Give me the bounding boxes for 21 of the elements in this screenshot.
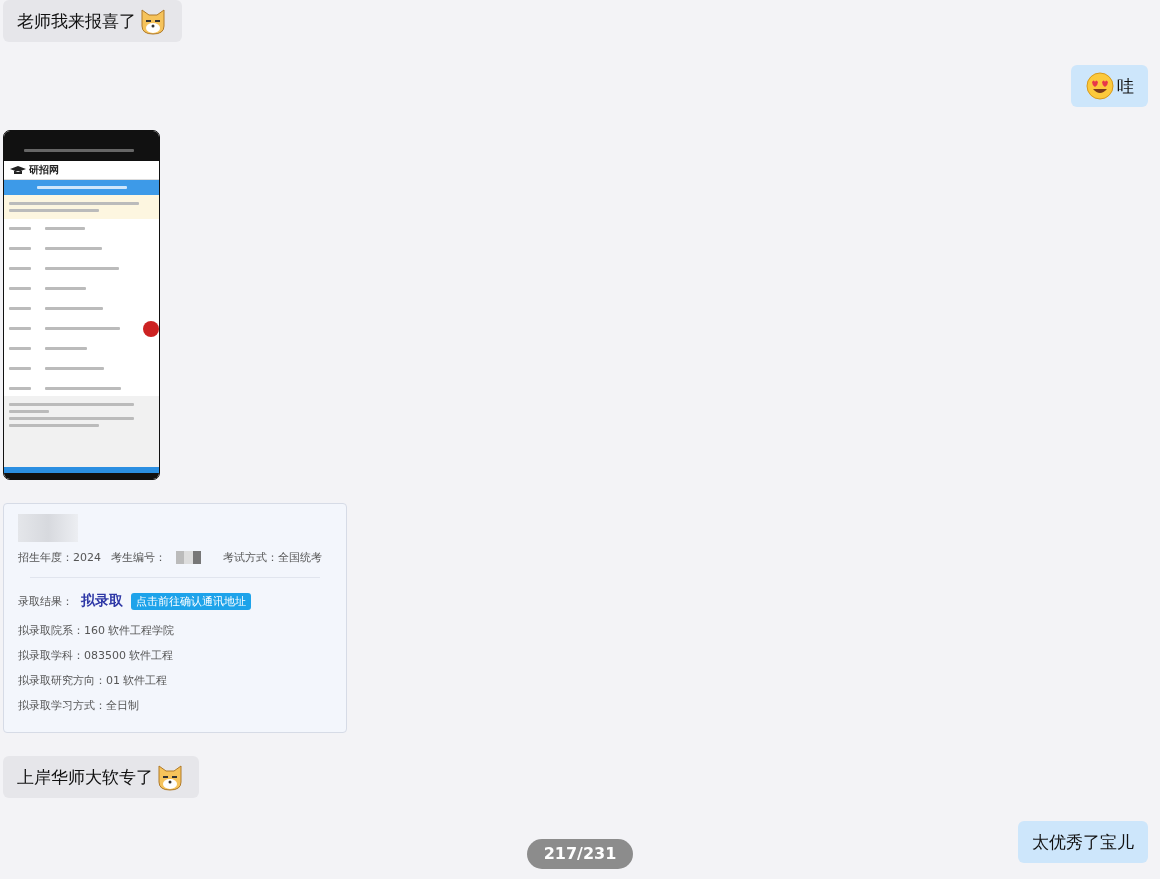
floating-button[interactable]	[143, 321, 159, 337]
admission-detail: 拟录取院系：160 软件工程学院	[18, 623, 176, 639]
site-name: 研招网	[29, 163, 59, 177]
graduation-cap-icon	[10, 165, 26, 175]
blurred-number	[176, 551, 201, 564]
page-counter: 217/231	[527, 839, 633, 869]
phone-screenshot-drawing[interactable]: 研招网	[3, 130, 160, 480]
message-text: 上岸华师大软专了	[17, 765, 153, 789]
admission-result-card[interactable]: 招生年度：2024 考生编号： 考试方式：全国统考 录取结果： 拟录取 点击前往确认通讯地址 拟录取院系：160 软件工程学院 拟录取学科：083500 软件工程 拟录取研究方向：01 软件工程 拟录取学习方式：全日制	[3, 503, 347, 733]
admission-result: 拟录取	[81, 592, 123, 610]
message-text: 老师我来报喜了	[17, 9, 136, 33]
info-field: 考生编号：	[111, 550, 166, 565]
admission-detail: 拟录取研究方向：01 软件工程	[18, 673, 169, 689]
result-label: 录取结果：	[18, 593, 73, 609]
message-text: 哇	[1117, 74, 1134, 98]
info-field: 招生年度：2024	[18, 550, 101, 565]
admission-detail: 拟录取学科：083500 软件工程	[18, 648, 175, 664]
message-text: 太优秀了宝儿	[1032, 830, 1134, 854]
blurred-name	[18, 514, 78, 542]
info-field: 考试方式：全国统考	[223, 550, 322, 565]
admission-detail: 拟录取学习方式：全日制	[18, 698, 140, 714]
